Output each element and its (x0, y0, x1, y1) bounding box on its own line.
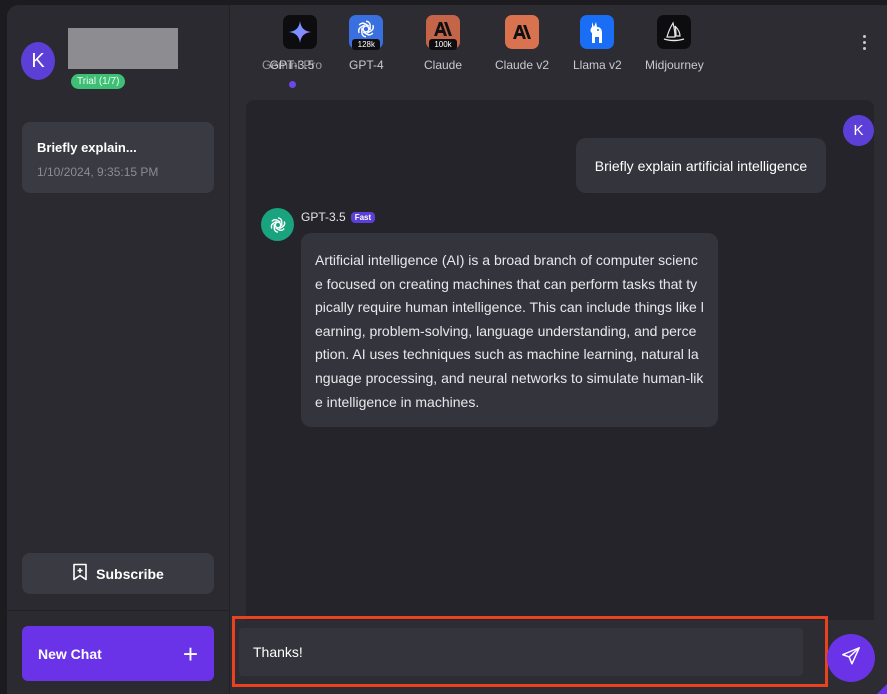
anthropic-icon (505, 15, 540, 49)
subscribe-button[interactable]: Subscribe (22, 553, 214, 594)
gemini-sparkle-icon (282, 15, 317, 49)
chat-area: K Briefly explain artificial intelligenc… (246, 100, 874, 620)
subscribe-label: Subscribe (96, 565, 164, 582)
bot-message: Artificial intelligence (AI) is a broad … (301, 233, 718, 427)
model-label-llama-v2: Llama v2 (573, 58, 622, 72)
plus-icon: + (182, 638, 198, 669)
model-selector-bar: GPT-3.5 Gemini Pro X 128k GPT-4 100k Cla… (230, 5, 887, 100)
trial-badge: Trial (1/7) (71, 74, 126, 89)
openai-icon (261, 208, 294, 241)
llama-icon (580, 15, 615, 49)
model-tab-midjourney[interactable]: Midjourney (645, 15, 704, 72)
model-tab-llama-v2[interactable]: Llama v2 (573, 15, 622, 72)
message-input[interactable] (239, 628, 803, 676)
profile-avatar[interactable]: K (21, 42, 55, 80)
bot-header: GPT-3.5 Fast (301, 210, 376, 224)
fast-badge: Fast (350, 211, 376, 223)
bot-name: GPT-3.5 (301, 210, 346, 224)
chat-history-item[interactable]: Briefly explain... 1/10/2024, 9:35:15 PM (22, 122, 214, 193)
send-icon (840, 645, 862, 672)
active-model-indicator (289, 81, 296, 88)
new-chat-button[interactable]: New Chat + (22, 626, 214, 681)
chat-history-title: Briefly explain... (37, 140, 137, 155)
model-label-gpt-4: GPT-4 (349, 58, 384, 72)
anthropic-icon: 100k (426, 15, 461, 50)
model-label-claude: Claude (424, 58, 463, 72)
sidebar: K Trial (1/7) Briefly explain... 1/10/20… (7, 5, 230, 694)
more-options-icon[interactable] (863, 35, 867, 50)
user-message: Briefly explain artificial intelligence (576, 138, 826, 193)
app-window: K Trial (1/7) Briefly explain... 1/10/20… (7, 5, 887, 694)
model-tab-claude-v2[interactable]: Claude v2 (495, 15, 549, 72)
chat-history-timestamp: 1/10/2024, 9:35:15 PM (37, 165, 159, 179)
model-tab-gpt-4[interactable]: 128k GPT-4 (349, 15, 384, 72)
redacted-username (68, 28, 178, 69)
model-label-gemini-pro: Gemini Pro (261, 58, 323, 72)
bookmark-plus-icon (72, 563, 88, 584)
new-chat-label: New Chat (38, 645, 102, 662)
model-label-midjourney: Midjourney (645, 58, 704, 72)
send-button[interactable] (827, 634, 875, 682)
message-input-container (239, 628, 803, 676)
openai-icon: 128k (349, 15, 384, 50)
corner-accent (877, 684, 887, 694)
model-tab-claude[interactable]: 100k Claude (424, 15, 462, 72)
user-avatar: K (843, 115, 874, 146)
sidebar-divider (7, 610, 230, 611)
model-tab-gpt-3.5[interactable]: GPT-3.5 Gemini Pro X (262, 15, 324, 72)
midjourney-sail-icon (657, 15, 692, 49)
model-label-claude-v2: Claude v2 (495, 58, 550, 72)
context-badge: 100k (429, 39, 458, 50)
context-badge: 128k (352, 39, 381, 50)
